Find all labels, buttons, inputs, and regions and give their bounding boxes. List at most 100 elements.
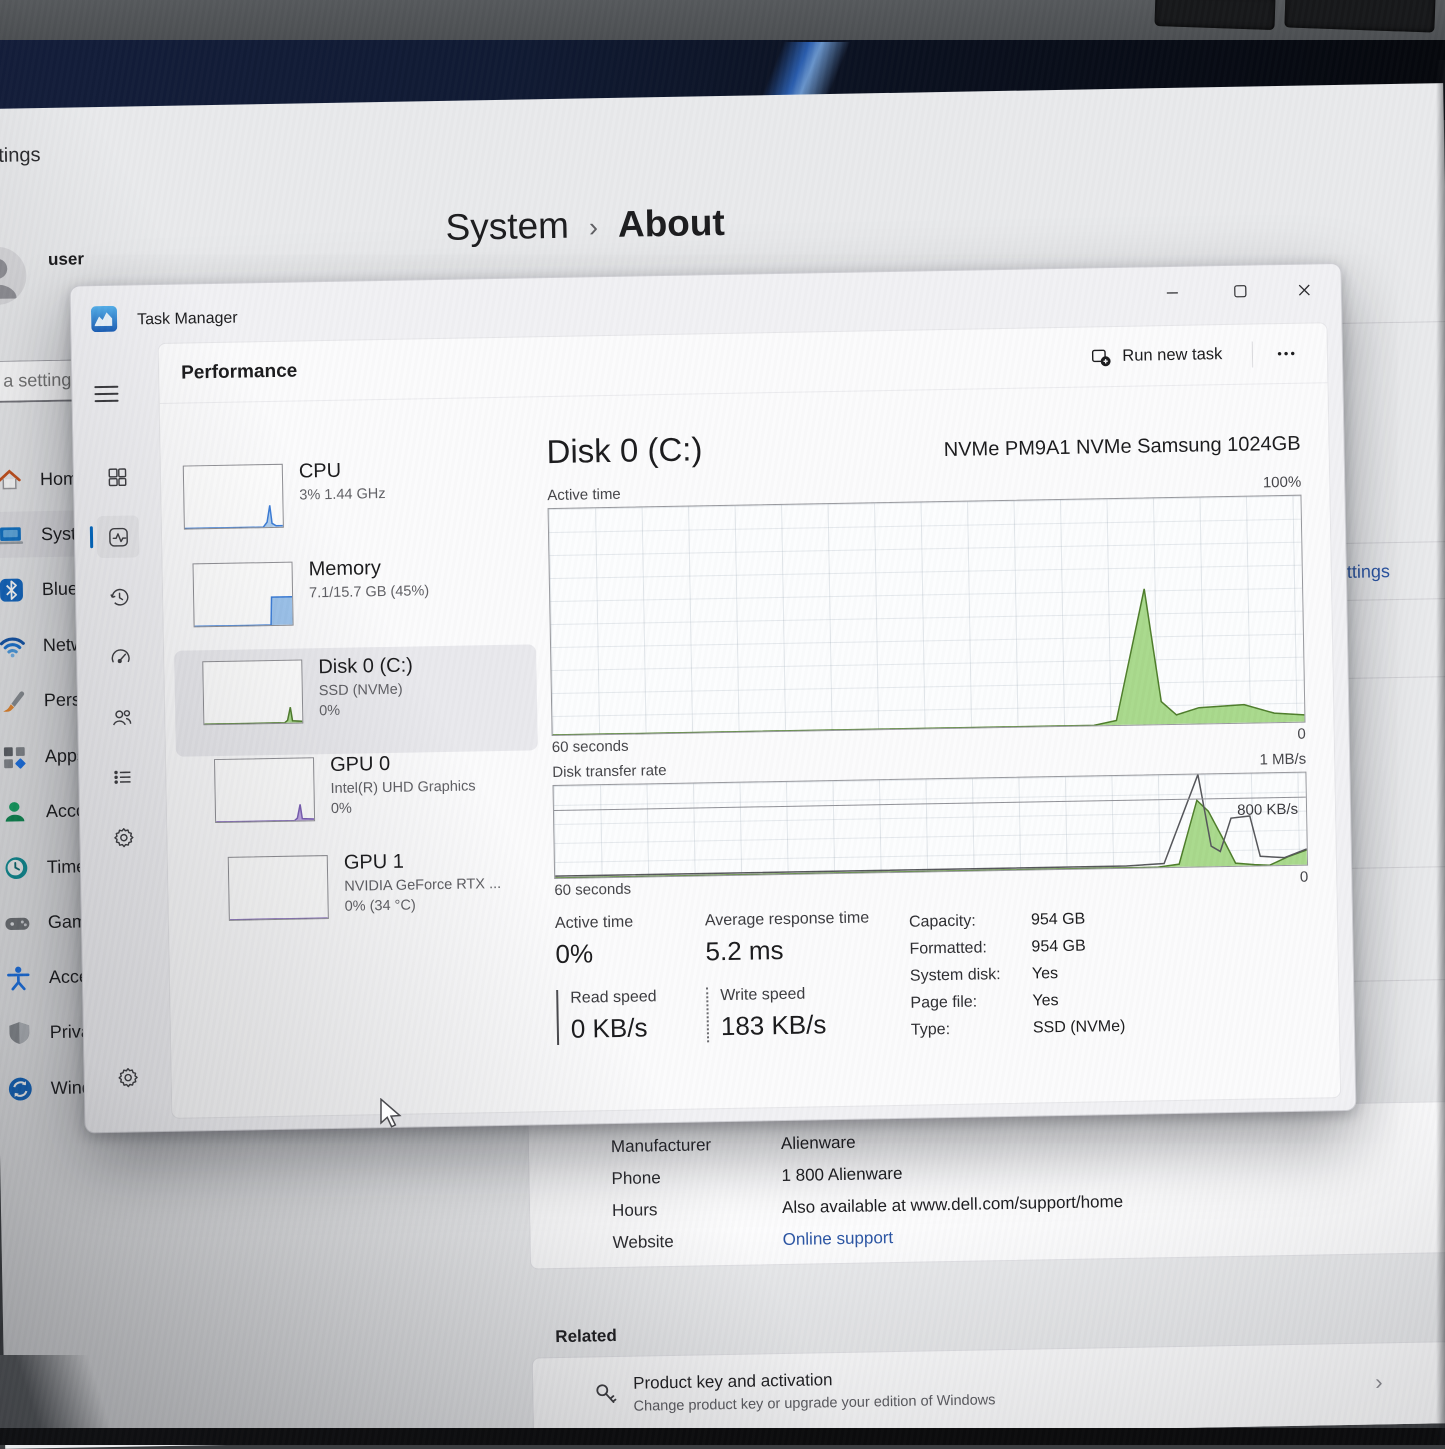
read-speed-label: Read speed xyxy=(570,987,706,1007)
tab-details[interactable] xyxy=(101,755,144,798)
gpu0-mini-graph xyxy=(214,757,315,823)
tab-services[interactable] xyxy=(102,815,145,858)
performance-content-card: Performance Run new task ••• xyxy=(158,322,1342,1119)
transfer-xright: 0 xyxy=(1300,869,1309,886)
disk-detail-panel: Disk 0 (C:) NVMe PM9A1 NVMe Samsung 1024… xyxy=(546,420,1311,1050)
users-icon xyxy=(110,705,133,728)
tab-processes[interactable] xyxy=(96,455,139,498)
perf-sub: Intel(R) UHD Graphics xyxy=(330,778,475,797)
breadcrumb-separator: › xyxy=(589,212,599,243)
active-time-chart-svg xyxy=(549,496,1305,735)
write-speed-label: Write speed xyxy=(720,984,886,1005)
gear-icon xyxy=(116,1065,139,1088)
system-icon xyxy=(0,521,24,548)
accessibility-icon xyxy=(5,964,32,991)
apps-icon xyxy=(1,743,28,770)
avg-response-stat-value: 5.2 ms xyxy=(705,933,886,967)
task-manager-settings-button[interactable] xyxy=(106,1055,149,1098)
read-speed-value: 0 KB/s xyxy=(571,1011,708,1044)
privacy-shield-icon xyxy=(6,1019,33,1046)
kv-value: SSD (NVMe) xyxy=(1033,1017,1126,1037)
key-icon xyxy=(593,1381,619,1407)
avatar[interactable] xyxy=(0,246,27,305)
gaming-icon xyxy=(4,909,31,936)
disk-device-name: NVMe PM9A1 NVMe Samsung 1024GB xyxy=(944,433,1301,464)
active-time-stat-value: 0% xyxy=(555,936,706,970)
perf-sub: SSD (NVMe) xyxy=(319,682,414,700)
personalization-icon xyxy=(0,687,27,714)
home-icon xyxy=(0,466,23,493)
close-button[interactable] xyxy=(1274,264,1333,315)
kv-label: Type: xyxy=(911,1019,1033,1039)
perf-item-gpu1[interactable]: GPU 1 NVIDIA GeForce RTX ... 0% (34 °C) xyxy=(190,851,544,945)
user-avatar-icon xyxy=(0,246,27,305)
memory-mini-graph xyxy=(193,562,294,628)
perf-name: GPU 1 xyxy=(344,849,501,875)
gpu1-mini-graph xyxy=(228,855,329,921)
settings-window-title: Settings xyxy=(0,144,41,168)
disk-properties: Capacity:954 GB Formatted:954 GB System … xyxy=(909,905,1126,1044)
run-new-task-button[interactable]: Run new task xyxy=(1076,336,1237,375)
transfer-ymax: 1 MB/s xyxy=(1259,751,1306,769)
hamburger-menu-icon[interactable] xyxy=(94,386,118,404)
perf-name: GPU 0 xyxy=(330,751,475,777)
active-time-xleft: 60 seconds xyxy=(552,738,629,756)
performance-tab-title: Performance xyxy=(181,360,298,384)
perf-item-gpu0[interactable]: GPU 0 Intel(R) UHD Graphics 0% xyxy=(188,753,542,847)
task-manager-app-icon xyxy=(91,306,117,332)
related-section-header: Related xyxy=(555,1326,617,1347)
support-label: Phone xyxy=(611,1166,781,1189)
mouse-cursor xyxy=(378,1098,404,1133)
perf-item-disk0[interactable]: Disk 0 (C:) SSD (NVMe) 0% xyxy=(186,655,540,749)
tab-startup-apps[interactable] xyxy=(99,635,142,678)
perf-name: Memory xyxy=(308,556,428,581)
account-user-name: user xyxy=(48,249,84,270)
laptop-screen: Settings user System › About Home System xyxy=(0,83,1445,1449)
disk-panel-title: Disk 0 (C:) xyxy=(546,430,702,471)
screen-right-edge xyxy=(1436,60,1445,1445)
more-options-button[interactable]: ••• xyxy=(1269,340,1305,368)
network-icon xyxy=(0,632,26,659)
perf-sub2: 0% xyxy=(331,798,476,817)
scale-annotation: 800 KB/s xyxy=(1237,800,1298,818)
bluetooth-icon xyxy=(0,576,25,603)
perf-name: CPU xyxy=(299,459,386,484)
services-icon xyxy=(112,825,135,848)
desk-corner xyxy=(0,1355,120,1433)
disk-stats: Active time 0% Average response time 5.2… xyxy=(555,902,1311,1050)
details-icon xyxy=(111,765,134,788)
time-language-icon xyxy=(3,854,30,881)
support-label: Website xyxy=(612,1230,782,1253)
active-time-stat-label: Active time xyxy=(555,912,705,933)
kv-value: Yes xyxy=(1032,992,1058,1010)
write-speed-value: 183 KB/s xyxy=(721,1008,888,1042)
active-time-chart-label: Active time xyxy=(547,486,621,504)
disk-transfer-rate-chart: 800 KB/s xyxy=(553,772,1309,879)
run-new-task-label: Run new task xyxy=(1122,345,1222,366)
performance-icon xyxy=(106,525,129,548)
avg-response-stat-label: Average response time xyxy=(705,909,885,930)
active-time-chart xyxy=(548,495,1306,736)
perf-item-memory[interactable]: Memory 7.1/15.7 GB (45%) xyxy=(185,557,539,651)
kv-value: Yes xyxy=(1032,965,1058,983)
task-manager-nav-rail xyxy=(72,343,172,1120)
online-support-link[interactable]: Online support xyxy=(782,1228,893,1250)
tab-app-history[interactable] xyxy=(98,575,141,618)
tab-users[interactable] xyxy=(100,695,143,738)
breadcrumb-parent[interactable]: System xyxy=(445,205,569,249)
startup-apps-icon xyxy=(108,645,131,668)
support-value: 1 800 Alienware xyxy=(781,1164,902,1186)
kv-value: 954 GB xyxy=(1031,937,1086,956)
cpu-mini-graph xyxy=(183,464,284,530)
perf-sub: NVIDIA GeForce RTX ... xyxy=(344,876,501,895)
transfer-chart-svg xyxy=(554,773,1308,878)
transfer-chart-label: Disk transfer rate xyxy=(552,762,666,781)
header-divider xyxy=(1252,341,1253,367)
support-card: Manufacturer Alienware Phone 1 800 Alien… xyxy=(527,1101,1445,1270)
maximize-button[interactable] xyxy=(1210,265,1269,316)
minimize-button[interactable] xyxy=(1142,266,1201,317)
window-title: Task Manager xyxy=(137,310,238,330)
perf-item-cpu[interactable]: CPU 3% 1.44 GHz xyxy=(183,459,537,553)
tab-performance[interactable] xyxy=(97,515,140,558)
performance-sidebar: CPU 3% 1.44 GHz Memory 7.1/15.7 GB (45%) xyxy=(182,433,534,439)
